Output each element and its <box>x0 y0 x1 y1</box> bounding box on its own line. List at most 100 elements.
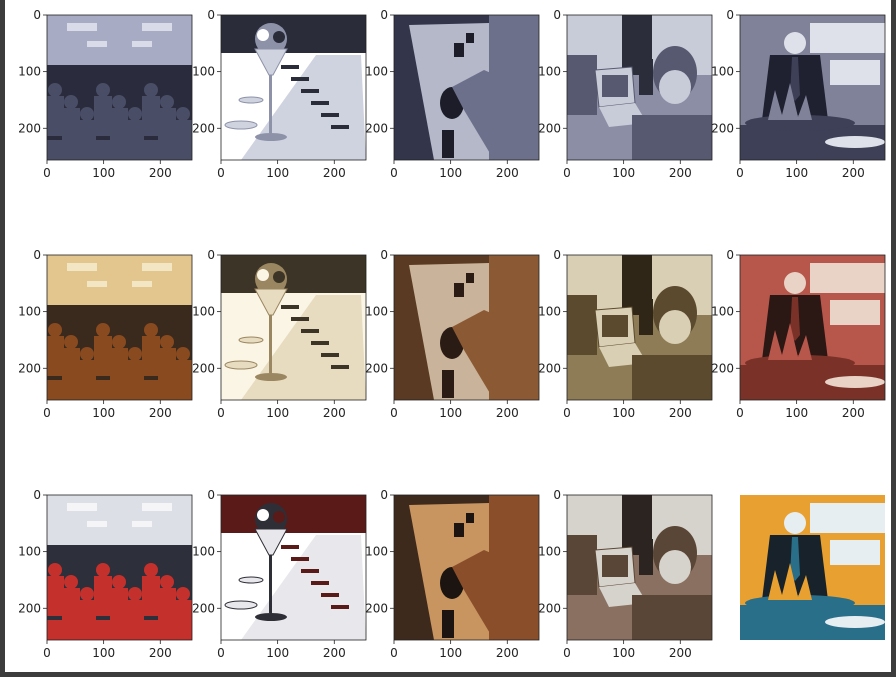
x-tick-label: 100 <box>612 646 635 660</box>
scene-shape <box>47 380 192 400</box>
panel-r1-c3: 0 100 200 0 100 200 <box>538 248 713 420</box>
panel-image-person-through-table <box>394 255 539 400</box>
x-tick-label: 0 <box>43 646 51 660</box>
y-tick-label: 0 <box>33 248 41 262</box>
x-tick-label: 200 <box>842 166 865 180</box>
scene-shape <box>80 107 94 121</box>
scene-shape <box>132 281 152 287</box>
x-tick-label: 200 <box>496 646 519 660</box>
panel-r1-c0: 0 100 200 0 100 200 <box>18 248 193 420</box>
y-tick-label: 200 <box>365 361 388 375</box>
x-tick-label: 0 <box>43 166 51 180</box>
y-tick-label: 100 <box>365 305 388 319</box>
scene-shape <box>830 540 880 565</box>
scene-shape <box>94 576 112 616</box>
scene-shape <box>602 315 628 337</box>
x-tick-label: 0 <box>390 406 398 420</box>
y-tick-label: 200 <box>192 361 215 375</box>
scene-shape <box>632 355 712 400</box>
y-tick-label: 100 <box>18 305 41 319</box>
y-tick-label: 0 <box>553 8 561 22</box>
panel-image-banquet-table-vase <box>221 255 366 400</box>
y-tick-label: 0 <box>207 488 215 502</box>
scene-shape <box>128 107 142 121</box>
scene-shape <box>659 310 691 344</box>
panel-r2-c4 <box>740 495 885 640</box>
x-tick-label: 0 <box>563 166 571 180</box>
panel-image-person-at-laptop <box>567 255 712 400</box>
panel-r2-c3: 0 100 200 0 100 200 <box>538 488 713 660</box>
x-tick-label: 0 <box>217 406 225 420</box>
scene-shape <box>269 315 272 373</box>
x-tick-label: 200 <box>149 646 172 660</box>
scene-shape <box>281 65 299 69</box>
scene-shape <box>47 495 192 545</box>
scene-shape <box>67 263 97 271</box>
panel-r2-c2: 0 100 200 0 100 200 <box>365 488 540 660</box>
x-tick-label: 200 <box>149 406 172 420</box>
panel-image-chef-with-grill <box>740 255 885 400</box>
y-tick-label: 100 <box>538 305 561 319</box>
y-tick-label: 0 <box>380 8 388 22</box>
y-tick-label: 0 <box>33 488 41 502</box>
x-tick-label: 100 <box>92 166 115 180</box>
scene-shape <box>132 521 152 527</box>
scene-shape <box>224 360 258 370</box>
scene-shape <box>47 15 192 65</box>
scene-shape <box>825 376 885 388</box>
panel-image-chef-with-grill <box>740 495 885 640</box>
y-tick-label: 0 <box>33 8 41 22</box>
scene-shape <box>67 503 97 511</box>
scene-shape <box>80 347 94 361</box>
scene-shape <box>47 576 64 616</box>
scene-shape <box>224 600 258 610</box>
x-tick-label: 100 <box>612 166 635 180</box>
scene-shape <box>321 353 339 357</box>
panel-r1-c2: 0 100 200 0 100 200 <box>365 248 540 420</box>
scene-shape <box>142 336 160 376</box>
x-tick-label: 0 <box>217 166 225 180</box>
scene-shape <box>64 95 78 109</box>
scene-shape <box>399 110 421 155</box>
scene-shape <box>221 495 366 533</box>
y-tick-label: 200 <box>365 601 388 615</box>
scene-shape <box>64 335 78 349</box>
panel-image-crowded-store <box>47 495 192 640</box>
scene-shape <box>87 281 107 287</box>
scene-shape <box>176 587 190 601</box>
scene-shape <box>87 521 107 527</box>
scene-shape <box>639 299 653 335</box>
scene-shape <box>48 83 62 97</box>
y-tick-label: 200 <box>192 601 215 615</box>
x-tick-label: 0 <box>736 406 744 420</box>
scene-shape <box>311 341 329 345</box>
x-tick-label: 200 <box>149 166 172 180</box>
y-tick-label: 100 <box>18 65 41 79</box>
scene-shape <box>281 545 299 549</box>
scene-shape <box>64 575 78 589</box>
x-tick-label: 200 <box>496 166 519 180</box>
x-tick-label: 100 <box>266 646 289 660</box>
scene-shape <box>830 60 880 85</box>
scene-shape <box>224 120 258 130</box>
scene-shape <box>132 41 152 47</box>
panel-image-banquet-table-vase <box>221 15 366 160</box>
scene-shape <box>659 550 691 584</box>
scene-shape <box>48 563 62 577</box>
scene-shape <box>142 96 160 136</box>
x-tick-label: 100 <box>92 406 115 420</box>
y-tick-label: 0 <box>380 488 388 502</box>
panel-r2-c0: 0 100 200 0 100 200 <box>18 488 193 660</box>
x-tick-label: 200 <box>669 406 692 420</box>
scene-shape <box>47 96 64 136</box>
scene-shape <box>291 317 309 321</box>
panel-r1-c4: 0 100 200 0 100 200 <box>711 248 886 420</box>
panel-image-banquet-table-vase <box>221 495 366 640</box>
x-tick-label: 100 <box>439 646 462 660</box>
x-tick-label: 0 <box>217 646 225 660</box>
scene-shape <box>142 503 172 511</box>
x-tick-label: 100 <box>266 406 289 420</box>
scene-shape <box>301 329 319 333</box>
scene-shape <box>331 125 349 129</box>
scene-shape <box>160 575 174 589</box>
